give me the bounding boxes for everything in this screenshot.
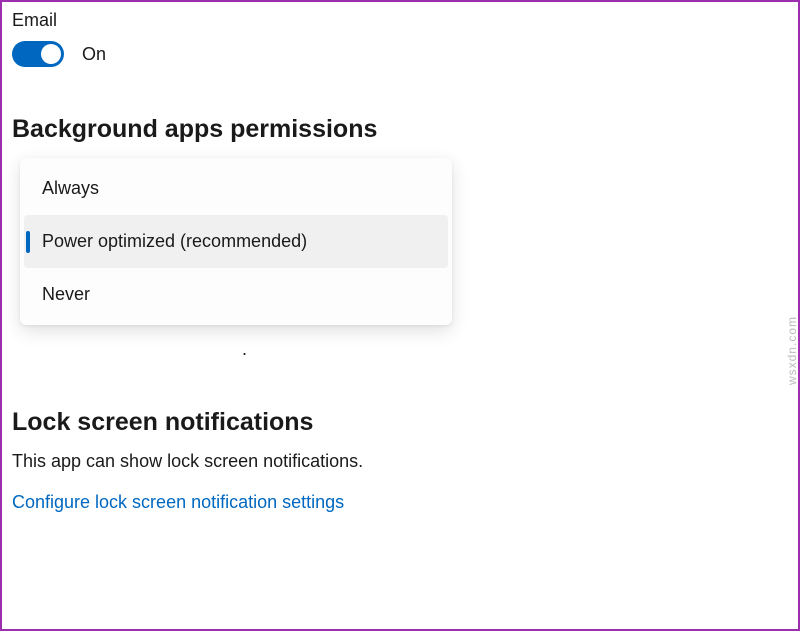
- obscured-content: .: [242, 339, 788, 360]
- email-section-label: Email: [12, 10, 788, 31]
- option-never[interactable]: Never: [24, 268, 448, 321]
- lock-screen-heading: Lock screen notifications: [12, 408, 788, 437]
- option-always[interactable]: Always: [24, 162, 448, 215]
- configure-lock-screen-link[interactable]: Configure lock screen notification setti…: [12, 492, 788, 513]
- option-power-optimized[interactable]: Power optimized (recommended): [24, 215, 448, 268]
- watermark: wsxdn.com: [785, 316, 799, 385]
- email-toggle-state: On: [82, 44, 106, 65]
- email-toggle[interactable]: [12, 41, 64, 67]
- lock-screen-description: This app can show lock screen notificati…: [12, 451, 788, 472]
- background-permissions-dropdown[interactable]: Always Power optimized (recommended) Nev…: [20, 158, 452, 325]
- background-permissions-heading: Background apps permissions: [12, 115, 788, 144]
- email-toggle-row: On: [12, 41, 788, 67]
